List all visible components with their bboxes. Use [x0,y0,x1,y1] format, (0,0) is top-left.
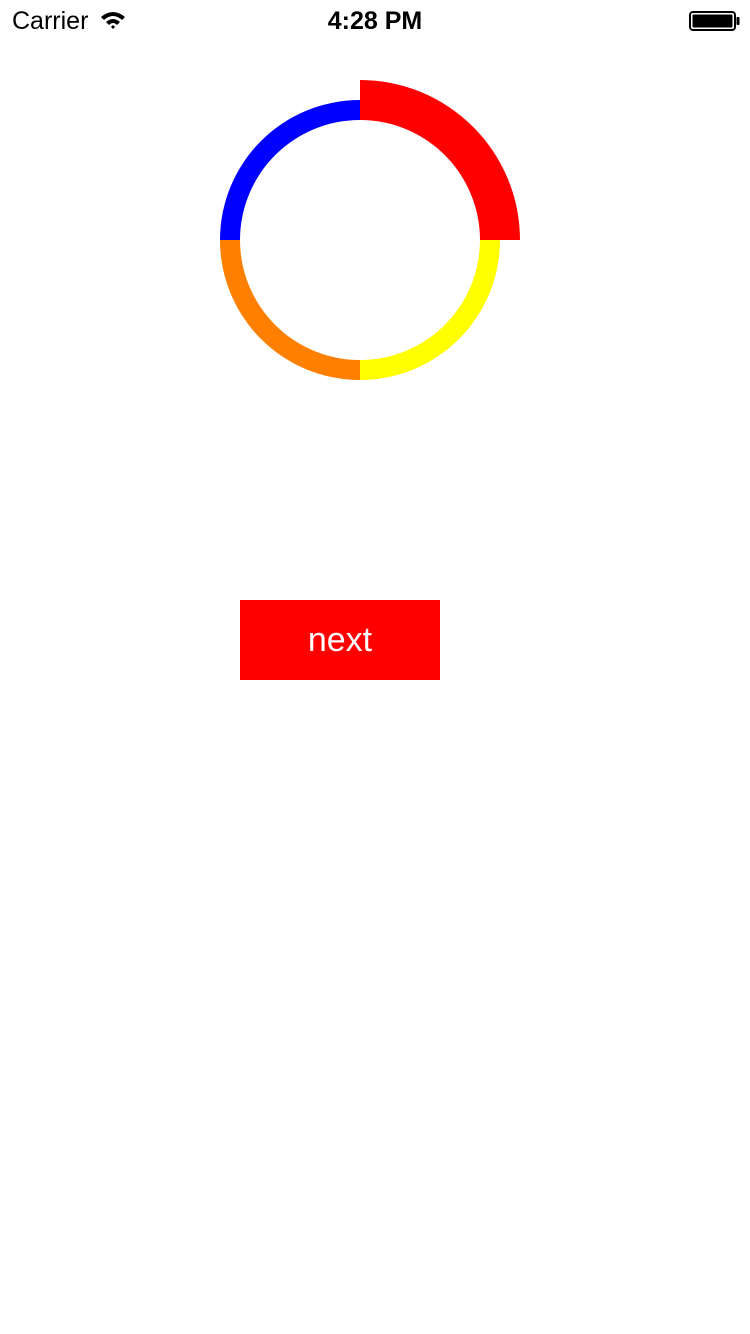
ring-segment-yellow [360,240,500,380]
ring-segment-red [360,80,520,240]
ring-segment-blue [220,100,360,240]
next-button[interactable]: next [240,600,440,680]
ring-segment-orange [220,240,360,380]
progress-ring [220,80,520,380]
